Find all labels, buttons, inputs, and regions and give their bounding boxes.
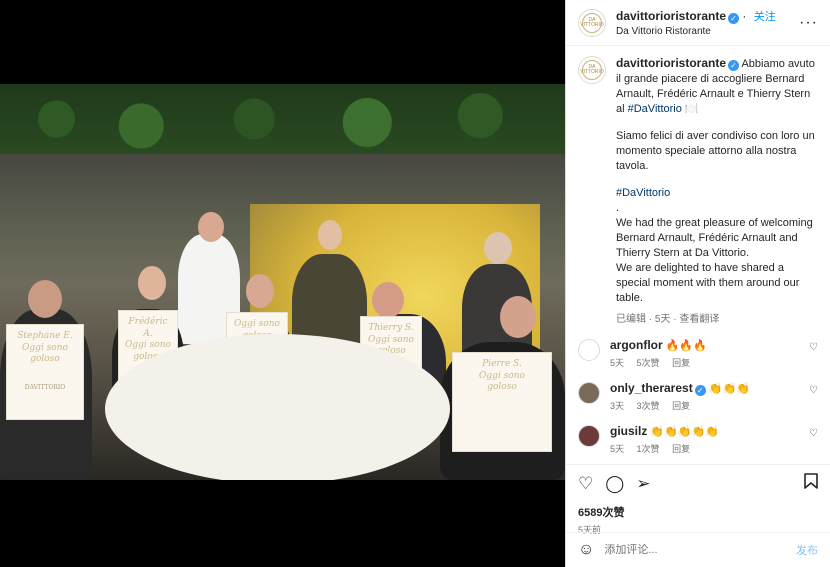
comments-list: argonflor 🔥🔥🔥 5天 5次赞 回复 ♡ only_therarest…: [578, 338, 818, 464]
post-comment-button[interactable]: 发布: [796, 542, 818, 558]
header-names: davittorioristorante ✓ · 关注 Da Vittorio R…: [616, 8, 799, 37]
share-icon[interactable]: ➢: [636, 474, 650, 494]
comment-composer: ☺ 发布: [566, 532, 830, 567]
post-actions: ♡ ◯ ➢ 6589次赞 5天前: [566, 464, 830, 535]
comment-likes[interactable]: 5次赞: [637, 358, 660, 368]
comment-text: 👏👏👏: [708, 383, 750, 395]
comment-username[interactable]: only_therarest: [610, 381, 693, 395]
person-chef-head: [198, 212, 224, 242]
comment-likes[interactable]: 3次赞: [637, 401, 660, 411]
action-icons: ♡ ◯ ➢: [578, 473, 818, 494]
caption-verified-icon: ✓: [728, 60, 740, 71]
comment-body: giusilz 👏👏👏👏👏 5天 1次赞 回复: [610, 424, 809, 456]
person-seated-2-head: [138, 266, 166, 300]
christmas-garland: [0, 84, 565, 154]
caption-dot: .: [616, 202, 620, 214]
comment-meta: 5天 1次赞 回复: [610, 442, 809, 456]
bib-5-line2: Oggi sono: [479, 370, 525, 381]
post-header: DA VITTORIO davittorioristorante ✓ · 关注 D…: [566, 0, 830, 46]
caption-avatar-logo: DA VITTORIO: [580, 60, 604, 80]
bib-4-name: Thierry S.: [368, 323, 414, 333]
media-panel: Stephane E. Oggi sono goloso DAVITTORIO …: [0, 0, 565, 567]
comment-icon[interactable]: ◯: [605, 474, 624, 494]
see-translation-link[interactable]: 查看翻译: [679, 314, 719, 325]
edited-label: 已编辑 · 5天: [616, 314, 671, 325]
comment-body: argonflor 🔥🔥🔥 5天 5次赞 回复: [610, 338, 809, 370]
caption-body: davittorioristorante ✓ Abbiamo avuto il g…: [616, 56, 818, 327]
comment-item: only_therarest ✓ 👏👏👏 3天 3次赞 回复 ♡: [578, 381, 818, 413]
bib-1-logo: DAVITTORIO: [24, 384, 66, 392]
person-seated-3-head: [246, 274, 274, 308]
comment-verified-icon: ✓: [694, 385, 706, 396]
bib-5-line3: goloso: [487, 382, 517, 393]
comment-avatar[interactable]: [578, 425, 600, 447]
post-caption: DA VITTORIO davittorioristorante ✓ Abbiam…: [578, 56, 818, 327]
caption-text-4: We are delighted to have shared a specia…: [616, 262, 800, 304]
comment-username[interactable]: giusilz: [610, 424, 647, 438]
bib-3-line2: Oggi sono: [234, 319, 280, 329]
comment-body: only_therarest ✓ 👏👏👏 3天 3次赞 回复: [610, 381, 809, 413]
avatar-logo: DA VITTORIO: [580, 12, 604, 33]
name-bib-1: Stephane E. Oggi sono goloso DAVITTORIO: [6, 324, 84, 420]
comment-age: 5天: [610, 444, 625, 454]
verified-icon: ✓: [728, 13, 740, 24]
comment-reply[interactable]: 回复: [672, 444, 690, 454]
comment-input[interactable]: [604, 544, 796, 556]
account-username[interactable]: davittorioristorante: [616, 9, 726, 23]
comment-text: 👏👏👏👏👏: [650, 426, 719, 438]
comment-username[interactable]: argonflor: [610, 338, 663, 352]
post-side-panel: DA VITTORIO davittorioristorante ✓ · 关注 D…: [565, 0, 830, 567]
comment-heart-icon[interactable]: ♡: [809, 385, 818, 396]
comment-likes[interactable]: 1次赞: [637, 444, 660, 454]
caption-hashtag[interactable]: #DaVittorio: [616, 186, 818, 201]
bib-4-line2: Oggi sono: [368, 334, 414, 345]
bib-2-name: Frédéric A.: [128, 317, 168, 339]
name-bib-5: Pierre S. Oggi sono goloso: [452, 352, 552, 452]
account-avatar[interactable]: DA VITTORIO: [578, 8, 606, 37]
plate-icon: 🍽️: [684, 103, 699, 115]
follow-button[interactable]: 关注: [754, 11, 776, 23]
caption-meta: 已编辑 · 5天 · 查看翻译: [616, 312, 818, 327]
comment-avatar[interactable]: [578, 382, 600, 404]
likes-count[interactable]: 6589次赞: [578, 504, 818, 520]
bib-5-name: Pierre S.: [482, 359, 522, 369]
comment-item: giusilz 👏👏👏👏👏 5天 1次赞 回复 ♡: [578, 424, 818, 456]
emoji-icon[interactable]: ☺: [578, 541, 594, 559]
separator-dot: ·: [742, 9, 750, 23]
person-seated-1-head: [28, 280, 62, 318]
dining-table: [105, 334, 450, 480]
bib-1-line2: Oggi sono: [22, 342, 68, 353]
comment-age: 5天: [610, 358, 625, 368]
comment-avatar[interactable]: [578, 339, 600, 361]
heart-icon[interactable]: ♡: [578, 474, 593, 494]
caption-avatar[interactable]: DA VITTORIO: [578, 56, 606, 84]
comment-item: argonflor 🔥🔥🔥 5天 5次赞 回复 ♡: [578, 338, 818, 370]
comment-heart-icon[interactable]: ♡: [809, 342, 818, 353]
comment-reply[interactable]: 回复: [672, 358, 690, 368]
comment-heart-icon[interactable]: ♡: [809, 428, 818, 439]
bib-1-name: Stephane E.: [17, 331, 73, 341]
bookmark-svg: [804, 473, 818, 489]
caption-username[interactable]: davittorioristorante: [616, 56, 726, 70]
person-seated-4-head: [372, 282, 404, 318]
more-options-icon[interactable]: ···: [799, 14, 818, 32]
comment-meta: 5天 5次赞 回复: [610, 356, 809, 370]
person-woman-standing-head: [318, 220, 342, 250]
bookmark-icon[interactable]: [804, 473, 818, 494]
comment-age: 3天: [610, 401, 625, 411]
comment-text: 🔥🔥🔥: [665, 340, 707, 352]
post-photo[interactable]: Stephane E. Oggi sono goloso DAVITTORIO …: [0, 84, 565, 480]
caption-hashtag-inline[interactable]: #DaVittorio: [628, 103, 682, 115]
person-seated-5-head: [500, 296, 536, 338]
comments-feed[interactable]: DA VITTORIO davittorioristorante ✓ Abbiam…: [566, 46, 830, 464]
bib-2-line2: Oggi sono: [125, 340, 171, 351]
person-elder-woman-head: [484, 232, 512, 264]
comment-meta: 3天 3次赞 回复: [610, 399, 809, 413]
comment-reply[interactable]: 回复: [672, 401, 690, 411]
bib-1-line3: goloso: [30, 354, 60, 365]
caption-text-2: Siamo felici di aver condiviso con loro …: [616, 130, 815, 172]
account-subtitle[interactable]: Da Vittorio Ristorante: [616, 26, 799, 37]
caption-text-3: We had the great pleasure of welcoming B…: [616, 217, 813, 259]
